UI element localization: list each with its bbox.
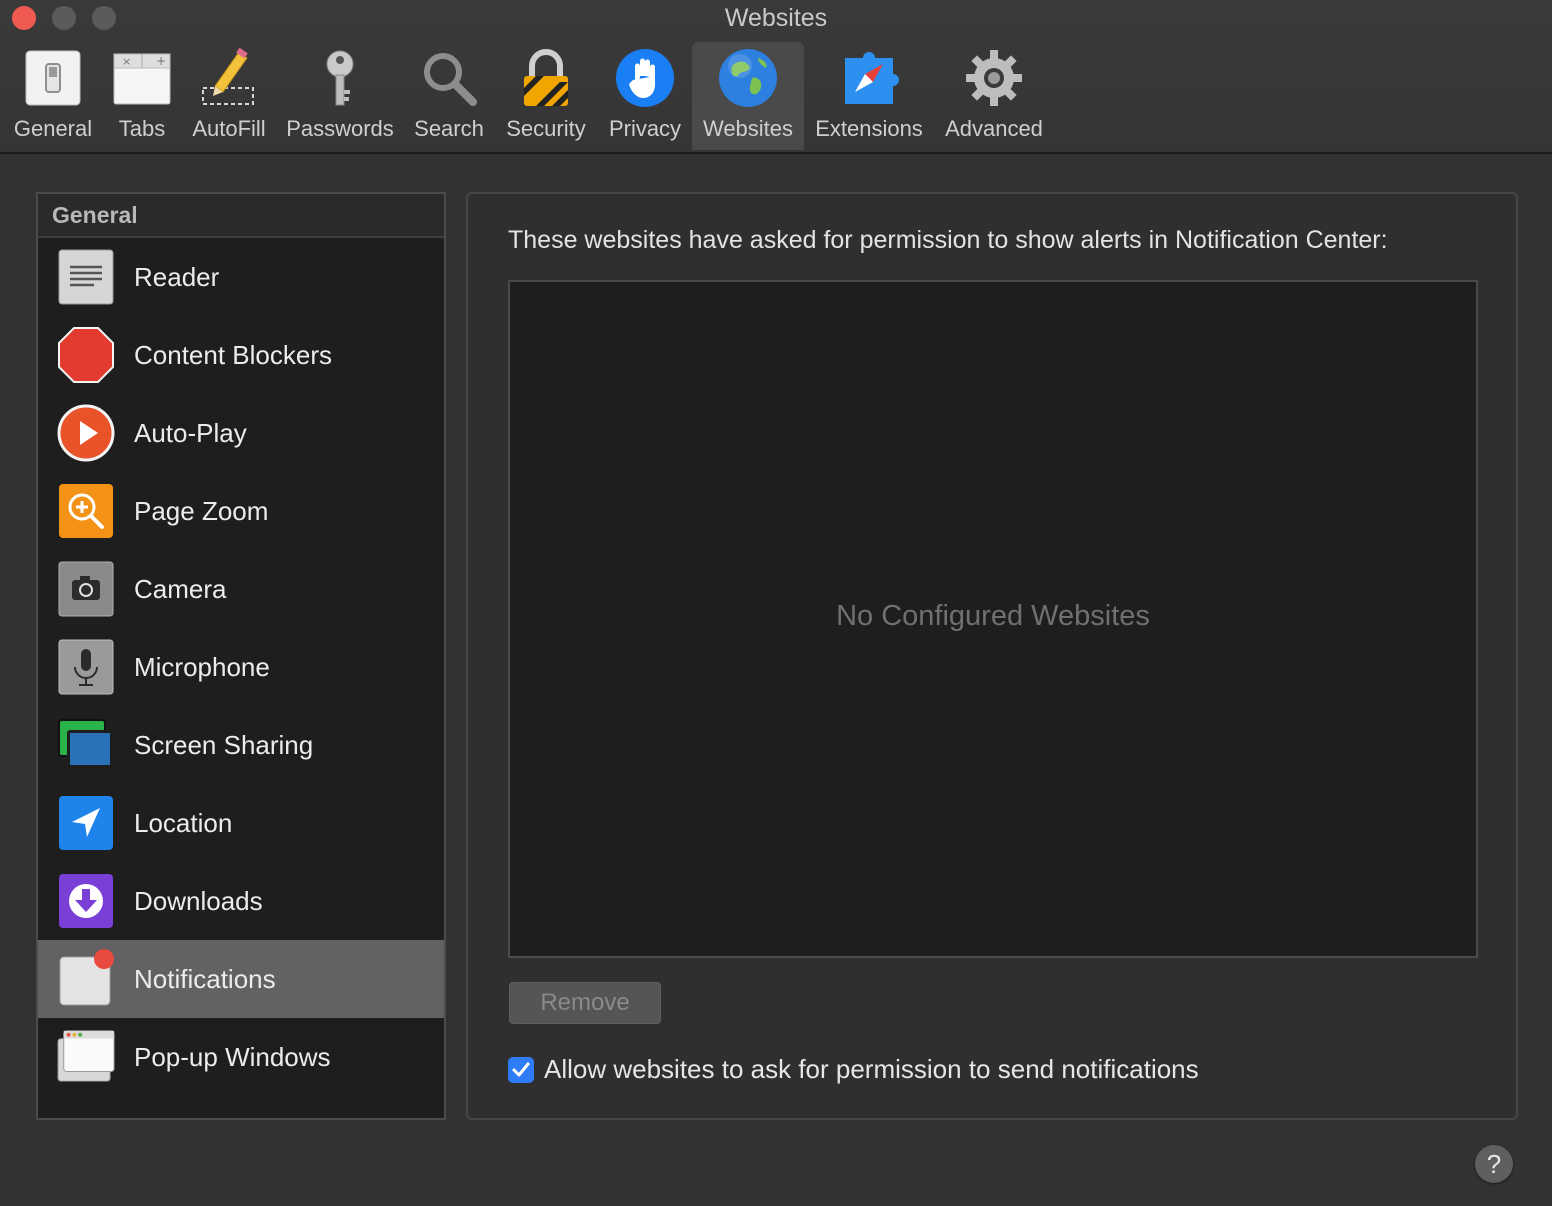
toolbar-label: Advanced	[945, 116, 1043, 141]
puzzle-compass-icon	[837, 46, 901, 110]
sidebar-item-label: Reader	[134, 261, 220, 292]
microphone-icon	[56, 637, 116, 697]
toolbar-autofill[interactable]: AutoFill	[186, 42, 272, 150]
toolbar-privacy[interactable]: Privacy	[602, 42, 688, 150]
svg-text:×: ×	[122, 55, 131, 68]
toolbar-security[interactable]: Security	[498, 42, 594, 150]
sidebar-item-reader[interactable]: Reader	[38, 238, 444, 316]
toolbar-label: Websites	[702, 116, 794, 141]
toolbar-label: Security	[506, 116, 586, 141]
camera-icon	[56, 559, 116, 619]
globe-icon	[716, 46, 780, 110]
sidebar-item-camera[interactable]: Camera	[38, 550, 444, 628]
remove-button[interactable]: Remove	[509, 982, 661, 1024]
sidebar-item-notifications[interactable]: Notifications	[38, 940, 444, 1018]
toolbar-passwords[interactable]: Passwords	[280, 42, 400, 150]
sidebar-item-auto-play[interactable]: Auto-Play	[38, 394, 444, 472]
hand-icon	[613, 46, 677, 110]
toolbar-tabs[interactable]: × + Tabs	[104, 42, 180, 150]
sidebar-item-label: Screen Sharing	[134, 729, 314, 760]
allow-notifications-checkbox[interactable]	[508, 1056, 534, 1083]
help-button[interactable]: ?	[1475, 1145, 1513, 1183]
sidebar-item-downloads[interactable]: Downloads	[38, 862, 444, 940]
toolbar-extensions[interactable]: Extensions	[810, 42, 928, 150]
sidebar-item-content-blockers[interactable]: Content Blockers	[38, 316, 444, 394]
toolbar-label: Extensions	[815, 116, 923, 141]
sidebar-item-label: Downloads	[134, 885, 263, 916]
sidebar-item-label: Page Zoom	[134, 495, 269, 526]
key-icon	[308, 46, 372, 110]
sidebar-section-header: General	[38, 194, 444, 238]
sidebar-item-label: Microphone	[134, 651, 270, 682]
toolbar-label: Tabs	[118, 116, 166, 141]
sidebar-item-label: Camera	[134, 573, 227, 604]
tabs-icon: × +	[110, 46, 174, 110]
toolbar-websites[interactable]: Websites	[692, 42, 804, 150]
toolbar-advanced[interactable]: Advanced	[936, 42, 1052, 150]
sidebar-item-popup-windows[interactable]: Pop-up Windows	[38, 1018, 444, 1096]
toolbar-general[interactable]: General	[6, 42, 100, 150]
allow-notifications-option[interactable]: Allow websites to ask for permission to …	[508, 1054, 1199, 1085]
settings-category-list: General Reader Content Blockers Auto-Pla…	[36, 192, 446, 1120]
toolbar-label: Search	[414, 116, 484, 141]
sidebar-item-screen-sharing[interactable]: Screen Sharing	[38, 706, 444, 784]
popup-windows-icon	[56, 1027, 116, 1087]
download-icon	[56, 871, 116, 931]
sidebar-item-microphone[interactable]: Microphone	[38, 628, 444, 706]
empty-list-message: No Configured Websites	[836, 600, 1150, 632]
sidebar-item-label: Location	[134, 807, 233, 838]
toolbar-label: General	[13, 116, 93, 141]
sidebar-item-label: Notifications	[134, 963, 276, 994]
stop-sign-icon	[56, 325, 116, 385]
reader-icon	[56, 247, 116, 307]
zoom-icon	[56, 481, 116, 541]
general-switch-icon	[21, 46, 85, 110]
toolbar-label: AutoFill	[192, 116, 266, 141]
sidebar-item-location[interactable]: Location	[38, 784, 444, 862]
sidebar-item-page-zoom[interactable]: Page Zoom	[38, 472, 444, 550]
gear-icon	[962, 46, 1026, 110]
panel-heading: These websites have asked for permission…	[508, 226, 1388, 254]
sidebar-item-label: Auto-Play	[134, 417, 247, 448]
toolbar-search[interactable]: Search	[408, 42, 490, 150]
padlock-icon	[514, 46, 578, 110]
sidebar-item-label: Pop-up Windows	[134, 1041, 331, 1072]
notification-badge-icon	[56, 949, 116, 1009]
website-permission-list[interactable]: No Configured Websites	[508, 280, 1478, 958]
notifications-settings-panel: These websites have asked for permission…	[466, 192, 1518, 1120]
screen-sharing-icon	[56, 715, 116, 775]
magnifier-icon	[417, 46, 481, 110]
svg-text:+: +	[156, 54, 166, 68]
location-arrow-icon	[56, 793, 116, 853]
allow-notifications-label: Allow websites to ask for permission to …	[544, 1054, 1199, 1084]
toolbar-label: Passwords	[286, 116, 394, 141]
toolbar-label: Privacy	[608, 116, 682, 141]
checkmark-icon	[512, 1062, 530, 1076]
autofill-pencil-icon	[197, 46, 261, 110]
sidebar-item-label: Content Blockers	[134, 339, 332, 370]
play-icon	[56, 403, 116, 463]
window-title: Websites	[724, 4, 828, 32]
window-toolbar: Websites General × + Tabs AutoFill Passwo…	[0, 0, 1552, 154]
